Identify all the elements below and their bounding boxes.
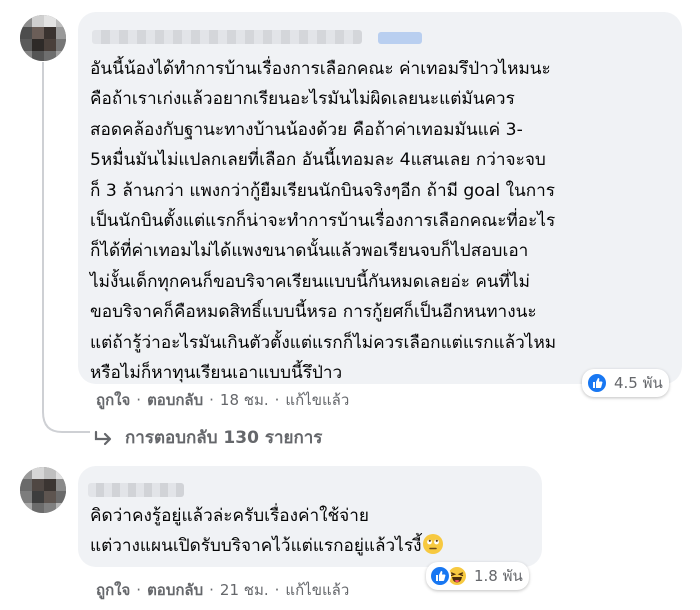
separator: · <box>274 391 280 409</box>
avatar[interactable] <box>20 15 66 61</box>
view-replies-link[interactable]: การตอบกลับ 130 รายการ <box>93 424 322 451</box>
comment-actions: ถูกใจ · ตอบกลับ · 18 ชม. · แก้ไขแล้ว <box>96 388 349 412</box>
comment-line: แต่ถ้ารู้ว่าอะไรมันเกินตัวตั้งแต่แรกก็ไม… <box>90 332 557 353</box>
like-icon <box>429 565 451 587</box>
like-button[interactable]: ถูกใจ <box>96 578 130 602</box>
rolling-eyes-emoji-icon <box>423 534 444 555</box>
comment-bubble: คิดว่าคงรู้อยู่แล้วล่ะครับเรื่องค่าใช้จ่… <box>78 466 542 567</box>
comment-line-text: แต่วางแผนเปิดรับบริจาคไว้แต่แรกอยู่แล้วไ… <box>90 536 422 557</box>
thread-line <box>42 62 44 380</box>
reaction-summary[interactable]: 4.5 พัน <box>582 369 669 397</box>
comment-line: คือถ้าเราเก่งแล้วอยากเรียนอะไรมันไม่ผิดเ… <box>90 89 515 110</box>
comment-line: 5หมื่นมันไม่แปลกเลยที่เลือก อันนี้เทอมละ… <box>90 150 546 171</box>
separator: · <box>136 391 142 409</box>
edited-label: แก้ไขแล้ว <box>285 581 350 599</box>
timestamp-link[interactable]: 21 ชม. <box>220 578 269 602</box>
timestamp-link[interactable]: 18 ชม. <box>220 388 269 412</box>
commenter-badge <box>378 32 422 44</box>
reaction-count: 4.5 พัน <box>614 374 663 392</box>
commenter-name[interactable] <box>88 483 184 497</box>
comment-line: ก็ได้ที่ค่าเทอมไม่ได้แพงขนาดนั้นแล้วพอเร… <box>90 241 529 262</box>
comment-text: อันนี้น้องได้ทำการบ้านเรื่องการเลือกคณะ … <box>90 54 556 388</box>
separator: · <box>209 581 214 599</box>
comment-line: หรือไม่ก็หาทุนเรียนเอาแบบนี้รึป่าว <box>90 363 343 384</box>
avatar[interactable] <box>20 467 66 513</box>
comment-actions: ถูกใจ · ตอบกลับ · 21 ชม. · แก้ไขแล้ว <box>96 578 349 602</box>
comment-line: สอดคล้องกับฐานะทางบ้านน้องด้วย คือถ้าค่า… <box>90 119 523 140</box>
edited-label: แก้ไขแล้ว <box>285 391 350 409</box>
comment-text: คิดว่าคงรู้อยู่แล้วล่ะครับเรื่องค่าใช้จ่… <box>90 501 444 562</box>
separator: · <box>274 581 280 599</box>
comment-bubble: อันนี้น้องได้ทำการบ้านเรื่องการเลือกคณะ … <box>78 12 682 384</box>
reaction-count: 1.8 พัน <box>474 567 523 585</box>
like-icon <box>586 372 608 394</box>
reply-button[interactable]: ตอบกลับ <box>147 388 203 412</box>
reply-button[interactable]: ตอบกลับ <box>147 578 203 602</box>
separator: · <box>209 391 214 409</box>
comment-line: เป็นนักบินตั้งแต่แรกก็น่าจะทำการบ้านเรื่… <box>90 211 556 232</box>
comment-line: คิดว่าคงรู้อยู่แล้วล่ะครับเรื่องค่าใช้จ่… <box>90 506 369 526</box>
separator: · <box>136 581 142 599</box>
view-replies-label: การตอบกลับ 130 รายการ <box>125 428 323 448</box>
comment-line: ขอบริจาคก็คือหมดสิทธิ์แบบนี้หรอ การกู้ยศ… <box>90 302 537 323</box>
commenter-name[interactable] <box>92 30 362 44</box>
comment-line: ก็ 3 ล้านกว่า แพงกว่ากู้ยืมเรียนนักบินจร… <box>90 180 556 201</box>
comment-line: ไม่งั้นเด็กทุกคนก็ขอบริจาคเรียนแบบนี้กัน… <box>90 271 530 292</box>
reply-arrow-icon <box>94 430 112 445</box>
comment-line: แต่วางแผนเปิดรับบริจาคไว้แต่แรกอยู่แล้วไ… <box>90 531 444 561</box>
reaction-summary[interactable]: 1.8 พัน <box>426 562 529 590</box>
comment-line: อันนี้น้องได้ทำการบ้านเรื่องการเลือกคณะ … <box>90 59 551 79</box>
